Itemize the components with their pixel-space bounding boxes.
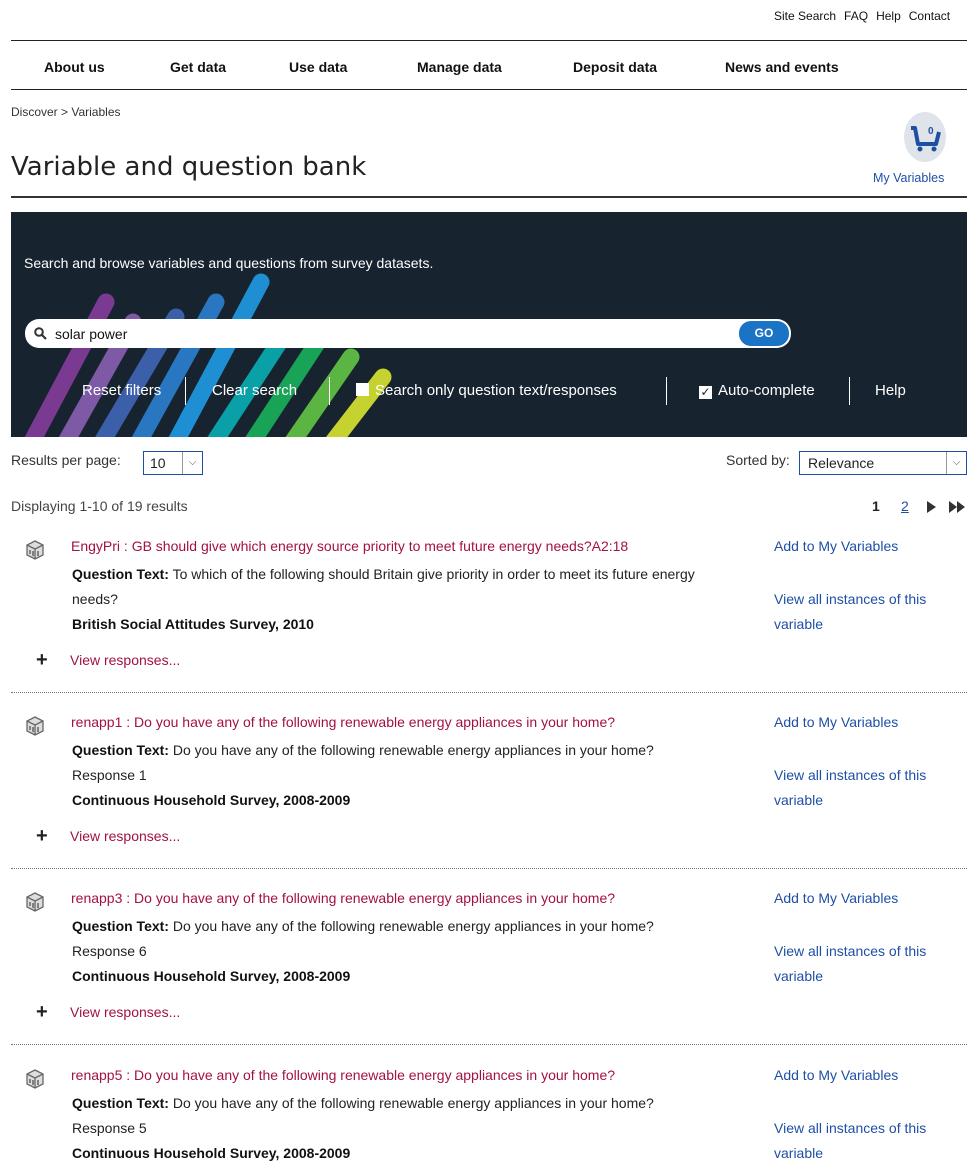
breadcrumb[interactable]: Discover > Variables [11, 105, 121, 119]
variable-icon [26, 892, 44, 912]
expand-icon[interactable]: + [36, 825, 48, 848]
add-to-my-variables-link[interactable]: Add to My Variables [774, 890, 898, 906]
view-responses-link[interactable]: View responses... [70, 1004, 180, 1020]
separator [849, 377, 850, 405]
autocomplete-checkbox[interactable]: ✓ [699, 386, 712, 399]
search-icon [34, 327, 47, 340]
response-label: Response 5 [72, 1120, 147, 1136]
survey-name: Continuous Household Survey, 2008-2009 [72, 968, 351, 984]
question-text-label: Question Text: [72, 918, 169, 934]
last-page-icon[interactable] [948, 500, 967, 514]
results-count: Displaying 1-10 of 19 results [11, 498, 188, 514]
page-title: Variable and question bank [11, 152, 367, 182]
result-question: Question Text: To which of the following… [72, 562, 712, 637]
survey-name: British Social Attitudes Survey, 2010 [72, 616, 314, 632]
banner-intro: Search and browse variables and question… [24, 255, 434, 271]
add-to-my-variables-link[interactable]: Add to My Variables [774, 538, 898, 554]
expand-icon[interactable]: + [36, 1001, 48, 1024]
help-link[interactable]: Help [876, 9, 901, 23]
view-responses-link[interactable]: View responses... [70, 652, 180, 668]
question-only-label: Search only question text/responses [375, 382, 617, 399]
response-label: Response 1 [72, 767, 147, 783]
view-all-instances-link[interactable]: View all instances of this variable [774, 587, 954, 637]
response-label: Response 6 [72, 943, 147, 959]
result-divider [11, 868, 967, 869]
add-to-my-variables-link[interactable]: Add to My Variables [774, 1067, 898, 1083]
clear-search-link[interactable]: Clear search [212, 382, 297, 399]
result-title-link[interactable]: renapp5 : Do you have any of the followi… [71, 1067, 615, 1083]
nav-news-and-events[interactable]: News and events [725, 59, 839, 75]
view-all-instances-link[interactable]: View all instances of this variable [774, 939, 954, 989]
sorted-by-select[interactable]: Relevance ⌵ [799, 451, 967, 475]
search-input[interactable] [53, 323, 737, 345]
chevron-down-icon: ⌵ [182, 452, 202, 474]
question-text: Do you have any of the following renewab… [172, 1095, 654, 1111]
site-search-link[interactable]: Site Search [774, 9, 836, 23]
top-divider [11, 40, 967, 41]
result-question: Question Text: Do you have any of the fo… [72, 914, 712, 989]
nav-about-us[interactable]: About us [44, 59, 105, 75]
separator [329, 377, 330, 405]
question-text-label: Question Text: [72, 566, 169, 582]
question-text: Do you have any of the following renewab… [172, 742, 654, 758]
result-divider [11, 692, 967, 693]
cart-icon[interactable]: 0 [904, 112, 946, 162]
sorted-by-value: Relevance [808, 455, 875, 471]
help-link-banner[interactable]: Help [875, 382, 906, 399]
cart-count: 0 [928, 126, 934, 137]
separator [666, 377, 667, 405]
variable-icon [26, 1069, 44, 1089]
variable-icon [26, 716, 44, 736]
results-per-page-select[interactable]: 10 ⌵ [143, 451, 203, 475]
go-button[interactable]: GO [739, 321, 789, 346]
search-banner: Search and browse variables and question… [11, 212, 967, 437]
autocomplete-toggle[interactable]: ✓ Auto-complete [699, 382, 815, 399]
title-divider [11, 196, 967, 198]
question-text-label: Question Text: [72, 742, 169, 758]
view-all-instances-link[interactable]: View all instances of this variable [774, 1116, 954, 1166]
nav-use-data[interactable]: Use data [289, 59, 347, 75]
result-question: Question Text: Do you have any of the fo… [72, 738, 712, 813]
question-text-label: Question Text: [72, 1095, 169, 1111]
my-variables-link[interactable]: My Variables [873, 171, 944, 185]
result-title-link[interactable]: renapp3 : Do you have any of the followi… [71, 890, 615, 906]
survey-name: Continuous Household Survey, 2008-2009 [72, 792, 351, 808]
separator [185, 377, 186, 405]
faq-link[interactable]: FAQ [844, 9, 868, 23]
survey-name: Continuous Household Survey, 2008-2009 [72, 1145, 351, 1161]
question-text: Do you have any of the following renewab… [172, 918, 654, 934]
nav-divider [11, 89, 967, 90]
autocomplete-label: Auto-complete [718, 382, 815, 399]
reset-filters-link[interactable]: Reset filters [82, 382, 161, 399]
add-to-my-variables-link[interactable]: Add to My Variables [774, 714, 898, 730]
question-only-toggle[interactable]: Search only question text/responses [356, 382, 617, 399]
results-per-page-value: 10 [150, 455, 166, 471]
page-current: 1 [872, 498, 880, 514]
view-responses-link[interactable]: View responses... [70, 828, 180, 844]
next-page-icon[interactable] [925, 500, 937, 514]
contact-link[interactable]: Contact [909, 9, 950, 23]
variable-icon [26, 540, 44, 560]
expand-icon[interactable]: + [36, 649, 48, 672]
results-per-page-label: Results per page: [11, 452, 121, 468]
nav-manage-data[interactable]: Manage data [417, 59, 502, 75]
chevron-down-icon: ⌵ [946, 452, 966, 474]
result-title-link[interactable]: renapp1 : Do you have any of the followi… [71, 714, 615, 730]
sorted-by-label: Sorted by: [726, 452, 790, 468]
view-all-instances-link[interactable]: View all instances of this variable [774, 763, 954, 813]
nav-get-data[interactable]: Get data [170, 59, 226, 75]
result-divider [11, 1044, 967, 1045]
result-title-link[interactable]: EngyPri : GB should give which energy so… [71, 538, 628, 554]
nav-deposit-data[interactable]: Deposit data [573, 59, 657, 75]
result-question: Question Text: Do you have any of the fo… [72, 1091, 712, 1166]
search-box: GO [25, 319, 791, 348]
utility-nav: Site Search FAQ Help Contact [774, 9, 958, 23]
page-2-link[interactable]: 2 [901, 498, 909, 514]
question-only-checkbox[interactable] [356, 383, 369, 396]
